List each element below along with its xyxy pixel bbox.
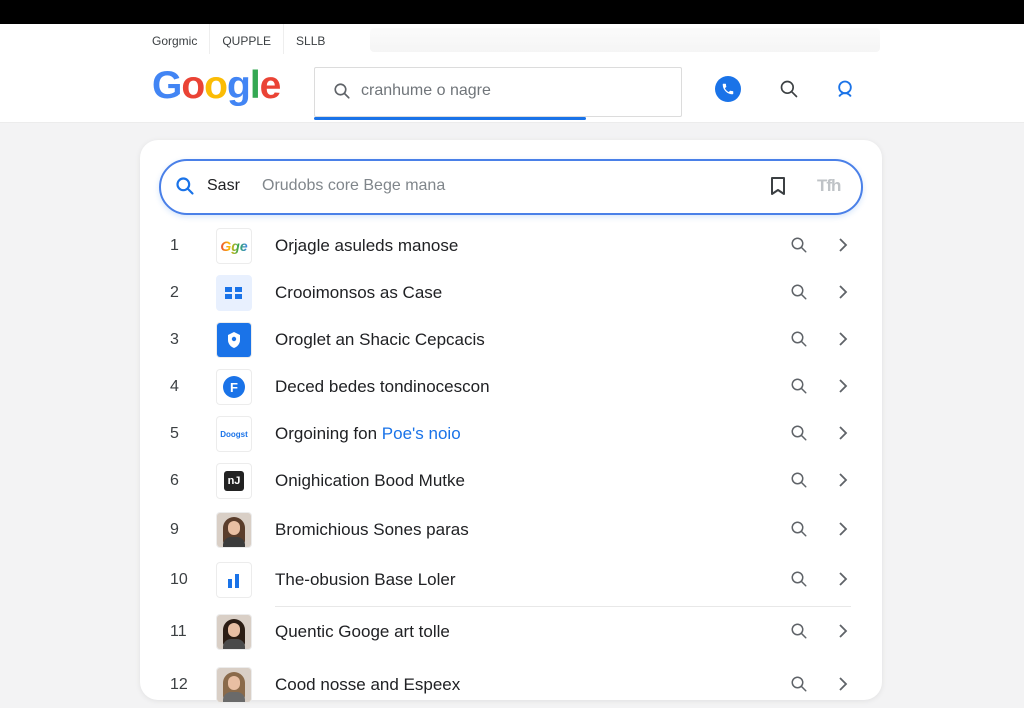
search-icon[interactable] <box>790 377 808 400</box>
result-number: 9 <box>170 521 179 538</box>
result-number: 11 <box>170 623 187 640</box>
bar-chart-icon <box>216 562 252 598</box>
search-icon[interactable] <box>776 76 802 102</box>
result-number: 12 <box>170 676 188 693</box>
chevron-right-icon[interactable] <box>836 623 850 644</box>
results-panel: Sasr Orudobs core Bege mana Tfh 1 Gge Or… <box>140 140 882 703</box>
list-item[interactable]: 1 Gge Orjagle asuleds manose <box>140 223 882 269</box>
result-title[interactable]: Orgoining fon Poe's noio <box>275 424 461 444</box>
list-item[interactable]: 5 Doogst Orgoining fon Poe's noio <box>140 411 882 457</box>
result-title[interactable]: Onighication Bood Mutke <box>275 471 465 491</box>
result-title[interactable]: The-obusion Base Loler <box>275 570 456 590</box>
google-g-icon: Gge <box>216 228 252 264</box>
result-title[interactable]: Deced bedes tondinocescon <box>275 377 490 397</box>
google-logo[interactable]: Google <box>152 64 282 108</box>
phone-icon[interactable] <box>715 76 741 102</box>
search-icon[interactable] <box>790 675 808 698</box>
divider <box>275 606 851 607</box>
list-item[interactable]: 6 nJ Onighication Bood Mutke <box>140 458 882 504</box>
tab-strip <box>370 28 880 52</box>
logo-letter: G <box>152 64 182 107</box>
result-number: 5 <box>170 425 179 442</box>
search-icon <box>333 82 351 105</box>
search-query-text: Orudobs core Bege mana <box>262 177 446 194</box>
logo-letter: e <box>259 64 282 107</box>
logo-letter: o <box>204 64 228 107</box>
list-item[interactable]: 2 Crooimonsos as Case <box>140 270 882 316</box>
panel-search-input[interactable]: Sasr Orudobs core Bege mana Tfh <box>159 159 863 215</box>
favicon-text: nJ <box>224 471 244 491</box>
result-number: 10 <box>170 571 188 588</box>
chevron-right-icon[interactable] <box>836 571 850 592</box>
search-icon[interactable] <box>790 570 808 593</box>
header: Gorgmic QUPPLE SLLB Google cranhume o na… <box>0 24 1024 123</box>
search-icon[interactable] <box>790 622 808 645</box>
result-title[interactable]: Quentic Googe art tolle <box>275 622 450 642</box>
favicon-text: Doogst <box>220 429 248 439</box>
favicon-text: Gge <box>220 238 248 254</box>
logo-letter: o <box>181 64 205 107</box>
result-title[interactable]: Oroglet an Shacic Cepcacis <box>275 330 485 350</box>
list-item[interactable]: 11 Quentic Googe art tolle <box>140 609 882 655</box>
avatar-icon <box>216 614 252 650</box>
result-number: 4 <box>170 378 179 395</box>
tab-sllb[interactable]: SLLB <box>284 24 337 54</box>
list-item[interactable]: 4 F Deced bedes tondinocescon <box>140 364 882 410</box>
chevron-right-icon[interactable] <box>836 284 850 305</box>
result-title[interactable]: Orjagle asuleds manose <box>275 236 458 256</box>
search-icon[interactable] <box>790 424 808 447</box>
dark-square-icon: nJ <box>216 463 252 499</box>
list-item[interactable]: 12 Cood nosse and Espeex <box>140 662 882 708</box>
header-search-value: cranhume o nagre <box>361 82 491 99</box>
grid-icon <box>216 275 252 311</box>
logo-letter: g <box>227 64 251 107</box>
list-item[interactable]: 10 The-obusion Base Loler <box>140 557 882 603</box>
search-prefix-label: Sasr <box>207 177 240 194</box>
chevron-right-icon[interactable] <box>836 331 850 352</box>
result-number: 2 <box>170 284 179 301</box>
avatar-icon <box>216 512 252 548</box>
result-title[interactable]: Crooimonsos as Case <box>275 283 442 303</box>
list-item[interactable]: 9 Bromichious Sones paras <box>140 507 882 553</box>
chevron-right-icon[interactable] <box>836 425 850 446</box>
chevron-right-icon[interactable] <box>836 237 850 258</box>
avatar-icon <box>216 667 252 703</box>
shield-icon <box>216 322 252 358</box>
tab-hint-label: Tfh <box>817 176 841 195</box>
favicon-text: F <box>223 376 245 398</box>
result-title[interactable]: Bromichious Sones paras <box>275 520 469 540</box>
search-icon <box>175 176 195 201</box>
search-icon[interactable] <box>790 330 808 353</box>
search-focus-underline <box>314 117 586 120</box>
chevron-right-icon[interactable] <box>836 378 850 399</box>
chevron-right-icon[interactable] <box>836 676 850 697</box>
result-number: 1 <box>170 237 179 254</box>
tab-qupple[interactable]: QUPPLE <box>209 24 285 54</box>
account-icon[interactable] <box>832 76 858 102</box>
result-title-text: Orgoining fon <box>275 424 382 443</box>
result-title[interactable]: Cood nosse and Espeex <box>275 675 460 695</box>
letter-f-icon: F <box>216 369 252 405</box>
tab-gorgmic[interactable]: Gorgmic <box>140 24 209 54</box>
window-top-bar <box>0 0 1024 24</box>
search-icon[interactable] <box>790 520 808 543</box>
result-number: 3 <box>170 331 179 348</box>
search-icon[interactable] <box>790 236 808 259</box>
search-icon[interactable] <box>790 471 808 494</box>
bookmark-icon[interactable] <box>769 176 787 201</box>
chevron-right-icon[interactable] <box>836 521 850 542</box>
chevron-right-icon[interactable] <box>836 472 850 493</box>
browser-tabs: Gorgmic QUPPLE SLLB <box>140 24 337 54</box>
result-title-highlight: Poe's noio <box>381 424 461 443</box>
logo-letter: l <box>249 64 261 107</box>
list-item[interactable]: 3 Oroglet an Shacic Cepcacis <box>140 317 882 363</box>
search-icon[interactable] <box>790 283 808 306</box>
google-wordmark-icon: Doogst <box>216 416 252 452</box>
header-search-input[interactable]: cranhume o nagre <box>314 67 682 120</box>
result-number: 6 <box>170 472 179 489</box>
